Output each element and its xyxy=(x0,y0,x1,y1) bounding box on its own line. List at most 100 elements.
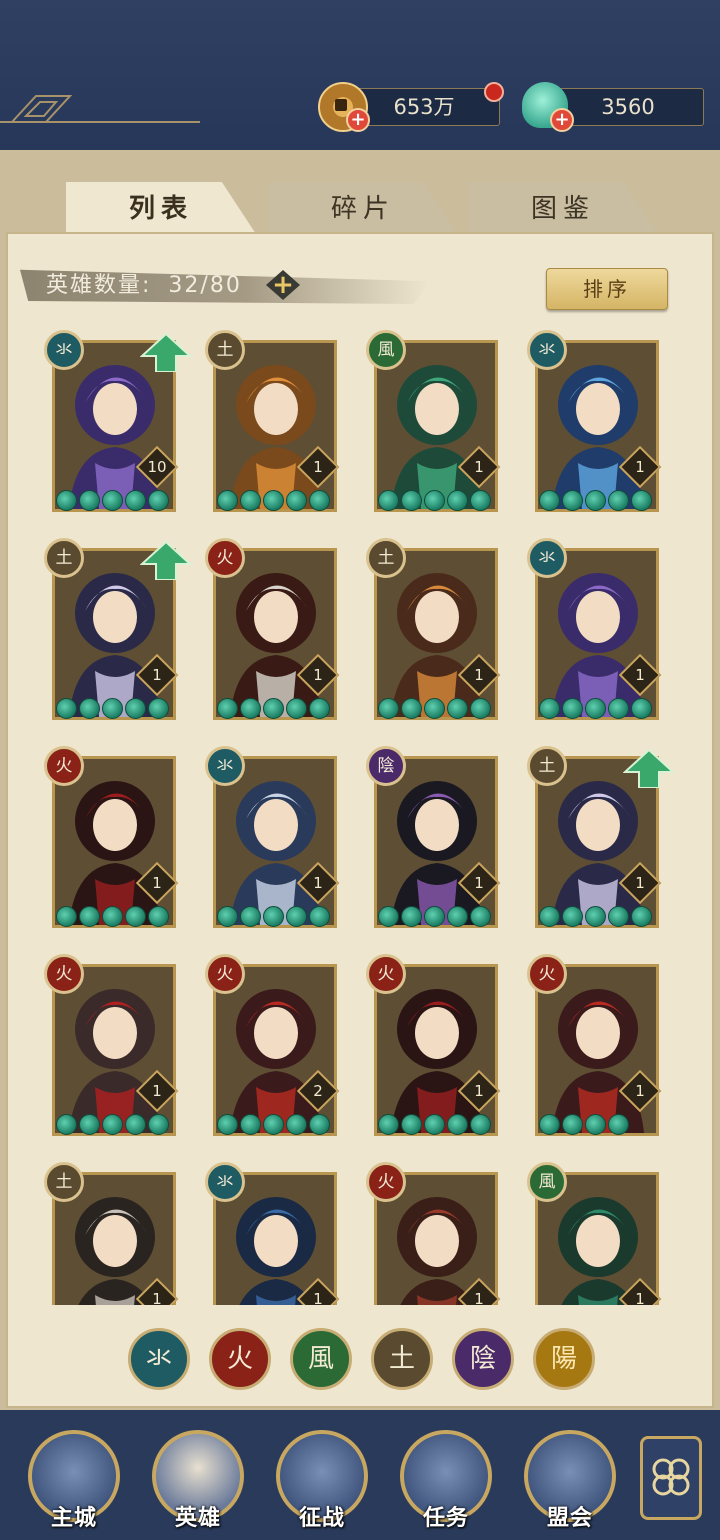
fire-element-icon: 火 xyxy=(205,538,245,578)
add-copper-button[interactable]: + xyxy=(346,108,370,132)
copper-currency[interactable]: 653万 + xyxy=(318,82,500,132)
hero-level-badge: 1 xyxy=(296,861,340,905)
jade-star-icon xyxy=(56,490,77,511)
jade-star-icon xyxy=(286,1114,307,1135)
jade-star-icon xyxy=(79,906,100,927)
hero-card[interactable]: 土1 xyxy=(205,330,340,512)
hero-level: 1 xyxy=(474,1082,484,1100)
jade-star-icon xyxy=(562,1114,583,1135)
hero-card[interactable]: 風1 xyxy=(366,330,501,512)
hero-card[interactable]: 氺1 xyxy=(205,1162,340,1305)
jade-star-icon xyxy=(562,698,583,719)
hero-card[interactable]: 土1 xyxy=(44,1162,179,1305)
hero-card[interactable]: 氺1 xyxy=(527,330,662,512)
upgrade-arrow-icon xyxy=(140,332,192,372)
copper-amount: 653万 xyxy=(348,88,500,126)
jade-star-icon xyxy=(148,1114,169,1135)
hero-level-badge: 1 xyxy=(618,445,662,489)
hero-card[interactable]: 火1 xyxy=(205,538,340,720)
jade-star-icon xyxy=(56,1114,77,1135)
hero-card[interactable]: 火1 xyxy=(527,954,662,1136)
hero-level-badge: 1 xyxy=(618,653,662,697)
hero-card[interactable]: 風1 xyxy=(527,1162,662,1305)
jade-star-icon xyxy=(217,1114,238,1135)
hero-level-badge: 1 xyxy=(296,445,340,489)
jade-star-icon xyxy=(102,1114,123,1135)
jade-star-icon xyxy=(424,490,445,511)
filter-earth-element[interactable]: 土 xyxy=(371,1328,433,1390)
hero-card[interactable]: 火1 xyxy=(366,1162,501,1305)
nav-hero[interactable]: 英雄 xyxy=(148,1430,248,1531)
hero-level-badge: 1 xyxy=(457,445,501,489)
filter-yang-element[interactable]: 陽 xyxy=(533,1328,595,1390)
hero-star-rating xyxy=(539,698,652,720)
top-bar: 653万 + 3560 + xyxy=(0,0,720,150)
jade-star-icon xyxy=(539,906,560,927)
filter-wind-element[interactable]: 風 xyxy=(290,1328,352,1390)
hero-card[interactable]: 氺1 xyxy=(527,538,662,720)
hero-level-badge: 1 xyxy=(618,1069,662,1113)
hero-card[interactable]: 陰1 xyxy=(366,746,501,928)
jade-star-icon xyxy=(631,490,652,511)
water-element-icon: 氺 xyxy=(527,538,567,578)
hero-level-badge: 1 xyxy=(457,653,501,697)
water-element-icon: 氺 xyxy=(44,330,84,370)
hero-level-badge: 2 xyxy=(296,1069,340,1113)
fire-element-icon: 火 xyxy=(366,1162,406,1202)
nav-guild[interactable]: 盟会 xyxy=(520,1430,620,1531)
earth-element-icon: 土 xyxy=(44,1162,84,1202)
hero-card[interactable]: 土1 xyxy=(44,538,192,720)
jade-star-icon xyxy=(470,698,491,719)
jade-star-icon xyxy=(309,698,330,719)
hero-level: 2 xyxy=(313,1082,323,1100)
hero-card[interactable]: 土1 xyxy=(527,746,675,928)
jade-star-icon xyxy=(240,906,261,927)
jade-star-icon xyxy=(585,698,606,719)
hero-count-value: 32/80 xyxy=(168,273,242,298)
jade-currency[interactable]: 3560 + xyxy=(522,82,704,132)
filter-water-element[interactable]: 氺 xyxy=(128,1328,190,1390)
nav-home[interactable]: 主城 xyxy=(24,1430,124,1531)
fire-element-icon: 火 xyxy=(205,954,245,994)
sort-button[interactable]: 排序 xyxy=(546,268,668,310)
hero-card[interactable]: 火1 xyxy=(44,746,179,928)
jade-star-icon xyxy=(309,906,330,927)
hero-card[interactable]: 氺1 xyxy=(205,746,340,928)
hero-card[interactable]: 氺 10 xyxy=(44,330,192,512)
hero-level: 1 xyxy=(313,1290,323,1305)
hero-level-badge: 1 xyxy=(135,1277,179,1305)
filter-yin-element[interactable]: 陰 xyxy=(452,1328,514,1390)
filter-fire-element[interactable]: 火 xyxy=(209,1328,271,1390)
hero-star-rating xyxy=(217,490,330,512)
jade-star-icon xyxy=(263,1114,284,1135)
hero-star-rating xyxy=(378,1114,491,1136)
jade-star-icon xyxy=(401,698,422,719)
jade-star-icon xyxy=(539,1114,560,1135)
hero-level: 1 xyxy=(474,666,484,684)
jade-star-icon xyxy=(378,906,399,927)
jade-star-icon xyxy=(378,490,399,511)
hero-star-rating xyxy=(56,1114,169,1136)
add-jade-button[interactable]: + xyxy=(550,108,574,132)
jade-star-icon xyxy=(585,1114,606,1135)
nav-quest[interactable]: 任务 xyxy=(396,1430,496,1531)
clover-menu-icon[interactable] xyxy=(640,1436,702,1520)
upgrade-arrow-icon xyxy=(140,540,192,580)
hero-star-rating xyxy=(217,698,330,720)
jade-star-icon xyxy=(309,490,330,511)
nav-battle[interactable]: 征战 xyxy=(272,1430,372,1531)
hero-count: 英雄数量: 32/80 xyxy=(46,268,242,304)
jade-star-icon xyxy=(309,1114,330,1135)
fire-element-icon: 火 xyxy=(44,746,84,786)
jade-star-icon xyxy=(240,490,261,511)
jade-star-icon xyxy=(562,906,583,927)
hero-card[interactable]: 火1 xyxy=(44,954,179,1136)
hero-card[interactable]: 火2 xyxy=(205,954,340,1136)
jade-star-icon xyxy=(424,698,445,719)
jade-star-icon xyxy=(424,906,445,927)
hero-card[interactable]: 土1 xyxy=(366,538,501,720)
hero-card[interactable]: 火1 xyxy=(366,954,501,1136)
fire-element-icon: 火 xyxy=(366,954,406,994)
water-element-icon: 氺 xyxy=(527,330,567,370)
jade-star-icon xyxy=(240,1114,261,1135)
